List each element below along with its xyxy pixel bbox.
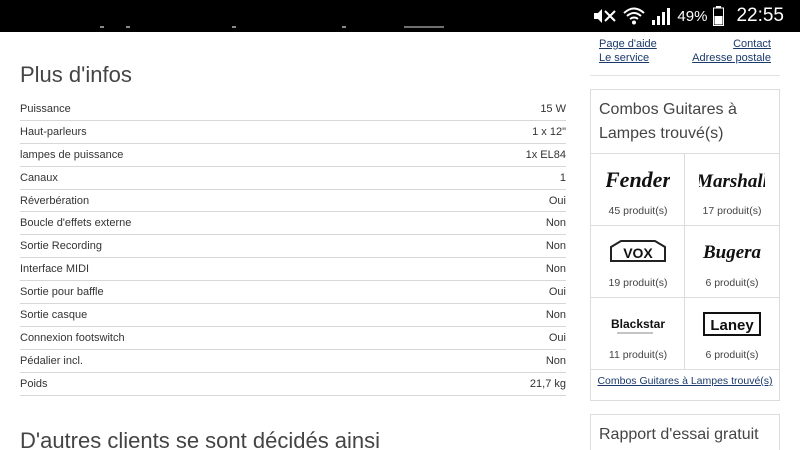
mute-icon (591, 6, 617, 26)
blackstar-logo: Blackstar (591, 306, 685, 342)
spec-label: Canaux (20, 171, 58, 184)
brand-cell-bugera[interactable]: Bugera 6 produit(s) (685, 226, 779, 298)
spec-value: 1 x 12" (532, 125, 566, 138)
spec-row: Boucle d'effets externe Non (20, 212, 566, 236)
spec-value: Non (545, 217, 566, 230)
clipped-text-line (20, 26, 560, 32)
spec-value: 21,7 kg (529, 377, 566, 390)
brand-count: 11 produit(s) (608, 349, 668, 361)
divider (590, 75, 780, 76)
spec-label: Réverbération (20, 194, 90, 207)
clock-time: 22:55 (736, 5, 784, 26)
spec-value: 1 (559, 171, 566, 184)
status-icons: 49% 22:55 (591, 0, 784, 32)
signal-icon (651, 7, 671, 25)
brands-title: Combos Guitares à Lampes trouvé(s) (599, 101, 737, 142)
spec-row: Puissance 15 W (20, 98, 566, 121)
spec-row: Haut-parleurs 1 x 12" (20, 121, 566, 144)
brand-count: 17 produit(s) (702, 205, 762, 217)
spec-row: Poids 21,7 kg (20, 373, 566, 396)
brand-cell-laney[interactable]: Laney 6 produit(s) (685, 298, 779, 370)
svg-text:Laney: Laney (710, 317, 754, 334)
section-title-others: D'autres clients se sont décidés ainsi (20, 428, 381, 450)
spec-row: lampes de puissance 1x EL84 (20, 144, 566, 167)
link-adresse-postale[interactable]: Adresse postale (692, 52, 771, 64)
spec-row: Interface MIDI Non (20, 258, 566, 282)
spec-label: Puissance (20, 102, 71, 115)
spec-label: Poids (20, 377, 48, 390)
spec-row: Réverbération Oui (20, 190, 566, 213)
spec-row: Connexion footswitch Oui (20, 327, 566, 350)
link-page-aide[interactable]: Page d'aide (599, 38, 657, 50)
spec-row: Pédalier incl. Non (20, 350, 566, 373)
spec-value: Non (545, 354, 566, 367)
laney-logo: Laney (685, 306, 779, 342)
wifi-icon (623, 6, 646, 26)
spec-value: Oui (548, 194, 566, 207)
bugera-logo: Bugera (685, 234, 779, 270)
spec-row: Sortie pour baffle Oui (20, 281, 566, 305)
brand-cell-fender[interactable]: Fender 45 produit(s) (591, 154, 685, 226)
specs-table: Puissance 15 W Haut-parleurs 1 x 12" lampe… (20, 98, 566, 396)
spec-value: 1x EL84 (525, 148, 566, 161)
spec-value: Non (545, 308, 566, 321)
section-title-plus-infos: Plus d'infos (20, 62, 132, 87)
spec-label: Sortie casque (20, 308, 88, 321)
brand-count: 6 produit(s) (705, 349, 759, 361)
spec-value: Non (545, 240, 566, 253)
spec-row: Sortie Recording Non (20, 235, 566, 259)
report-box[interactable]: Rapport d'essai gratuit (590, 414, 780, 450)
spec-label: Boucle d'effets externe (20, 217, 132, 230)
battery-percent: 49% (677, 7, 708, 25)
spec-value: 15 W (540, 102, 566, 115)
marshall-logo: Marshall (685, 162, 779, 198)
svg-text:Marshall: Marshall (699, 171, 765, 192)
spec-value: Oui (548, 331, 566, 344)
spec-row: Canaux 1 (20, 167, 566, 190)
brand-count: 6 produit(s) (705, 277, 759, 289)
spec-label: Haut-parleurs (20, 125, 87, 138)
svg-text:VOX: VOX (623, 245, 653, 261)
vox-logo: VOX (591, 234, 685, 270)
brand-cell-vox[interactable]: VOX 19 produit(s) (591, 226, 685, 298)
brand-cell-blackstar[interactable]: Blackstar 11 produit(s) (591, 298, 685, 370)
spec-row: Sortie casque Non (20, 304, 566, 327)
svg-text:Blackstar: Blackstar (611, 317, 665, 331)
link-le-service[interactable]: Le service (599, 52, 649, 64)
spec-label: lampes de puissance (20, 148, 124, 161)
battery-icon (713, 6, 725, 26)
brands-box: Combos Guitares à Lampes trouvé(s) Fende… (590, 89, 780, 401)
report-title: Rapport d'essai gratuit (599, 426, 759, 443)
fender-logo: Fender (591, 162, 685, 198)
spec-label: Pédalier incl. (20, 354, 83, 367)
spec-value: Oui (548, 286, 566, 299)
spec-value: Non (545, 263, 566, 276)
spec-label: Connexion footswitch (20, 331, 125, 344)
brands-grid: Fender 45 produit(s) Marshall 17 produit… (591, 153, 779, 370)
brand-count: 19 produit(s) (608, 277, 668, 289)
brand-cell-marshall[interactable]: Marshall 17 produit(s) (685, 154, 779, 226)
spec-label: Interface MIDI (20, 263, 90, 276)
link-contact[interactable]: Contact (733, 38, 771, 50)
spec-label: Sortie Recording (20, 240, 102, 253)
brand-count: 45 produit(s) (608, 205, 668, 217)
brands-footer: Combos Guitares à Lampes trouvé(s) (591, 375, 779, 387)
svg-text:Bugera: Bugera (702, 242, 762, 263)
link-all-combos[interactable]: Combos Guitares à Lampes trouvé(s) (597, 375, 772, 387)
spec-label: Sortie pour baffle (20, 286, 104, 299)
svg-text:Fender: Fender (606, 167, 670, 192)
